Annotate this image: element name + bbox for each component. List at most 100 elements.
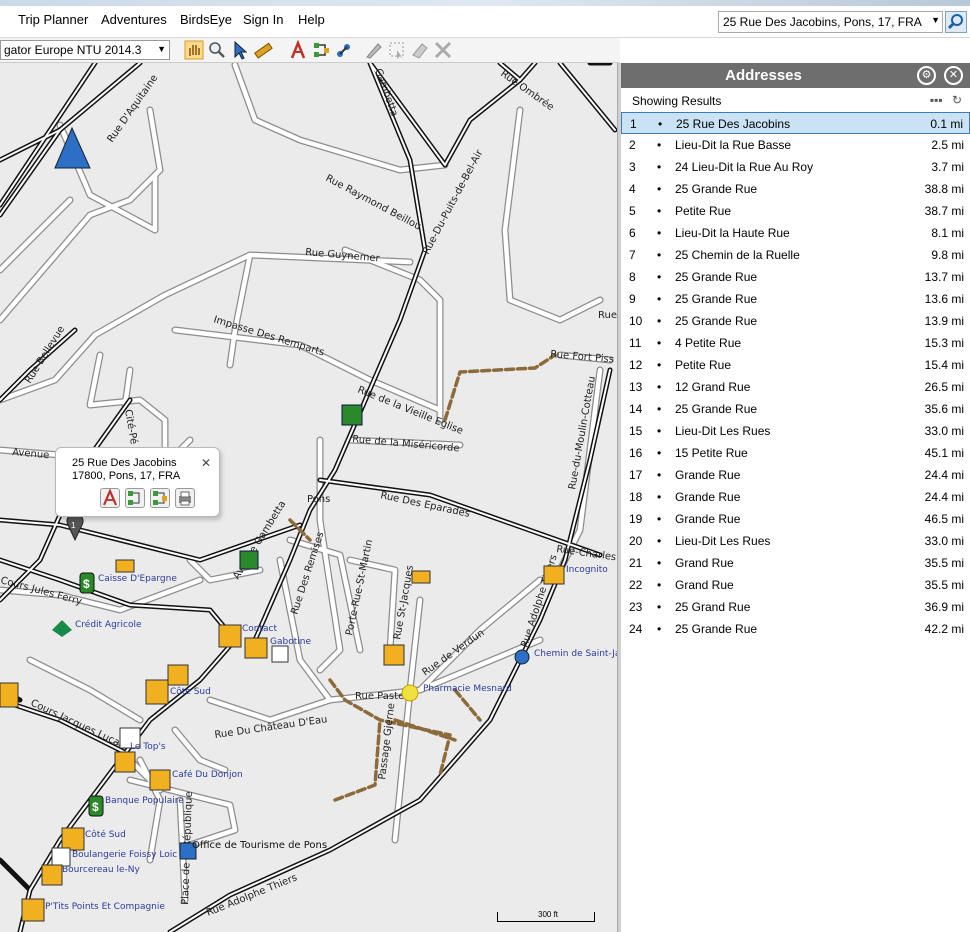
chevron-down-icon[interactable]: ▼ <box>157 44 166 54</box>
bullet-icon: • <box>657 556 662 570</box>
result-row[interactable]: 24 25 Grande Rue 42.2 mi • <box>621 618 970 640</box>
result-number: 6 <box>629 226 636 240</box>
result-number: 18 <box>629 490 643 504</box>
result-distance: 8.1 mi <box>931 226 964 240</box>
result-row[interactable]: 4 25 Grande Rue 38.8 mi • <box>621 178 970 200</box>
shop-icon <box>244 637 268 659</box>
park-icon <box>341 404 363 426</box>
search-button[interactable] <box>945 11 967 33</box>
route-create-icon[interactable] <box>288 40 308 60</box>
result-number: 4 <box>629 182 636 196</box>
result-row[interactable]: 2 Lieu-Dit la Rue Basse 2.5 mi • <box>621 134 970 156</box>
poi-label: Café Du Donjon <box>172 769 243 780</box>
track-icon[interactable] <box>334 40 354 60</box>
menu-sign-in[interactable]: Sign In <box>243 12 283 27</box>
result-number: 15 <box>629 424 643 438</box>
result-row[interactable]: 7 25 Chemin de la Ruelle 9.8 mi • <box>621 244 970 266</box>
gear-icon[interactable]: ⚙ <box>917 66 936 85</box>
map-scale-label: 300 ft <box>538 910 559 919</box>
bullet-icon: • <box>657 446 662 460</box>
result-distance: 35.5 mi <box>924 578 964 592</box>
result-name: Petite Rue <box>675 358 732 372</box>
refresh-icon[interactable]: ↻ <box>952 93 962 107</box>
restaurant-icon <box>41 864 63 886</box>
bullet-icon: • <box>657 226 662 240</box>
menu-adventures[interactable]: Adventures <box>101 12 167 27</box>
eraser-icon[interactable] <box>410 40 430 60</box>
result-name: 25 Chemin de la Ruelle <box>675 248 800 262</box>
select-pointer-icon[interactable] <box>230 40 250 60</box>
shop-icon <box>167 664 189 686</box>
road-label: Rue Raymond Beillou <box>324 173 423 233</box>
window-top-strip <box>0 0 970 6</box>
result-row[interactable]: 1 25 Rue Des Jacobins 0.1 mi • <box>621 112 970 134</box>
poi-label: Bourcereau le-Ny <box>62 865 141 875</box>
result-number: 10 <box>629 314 643 328</box>
hand-pan-icon[interactable] <box>184 40 204 60</box>
result-distance: 24.4 mi <box>924 490 964 504</box>
result-name: Petite Rue <box>675 204 732 218</box>
result-distance: 42.2 mi <box>924 622 964 636</box>
tools-icon[interactable] <box>433 40 453 60</box>
more-icon[interactable]: ▪▪▪ <box>930 93 943 107</box>
poi-label: Pharmacie Mesnard <box>423 684 512 694</box>
result-row[interactable]: 13 12 Grand Rue 26.5 mi • <box>621 376 970 398</box>
result-name: 25 Grande Rue <box>675 292 758 306</box>
result-row[interactable]: 5 Petite Rue 38.7 mi • <box>621 200 970 222</box>
result-row[interactable]: 6 Lieu-Dit la Haute Rue 8.1 mi • <box>621 222 970 244</box>
bullet-icon: • <box>657 204 662 218</box>
result-row[interactable]: 3 24 Lieu-Dit la Rue Au Roy 3.7 mi • <box>621 156 970 178</box>
bullet-icon: • <box>657 182 662 196</box>
ruler-icon[interactable] <box>253 40 273 60</box>
result-row[interactable]: 19 Grande Rue 46.5 mi • <box>621 508 970 530</box>
search-input[interactable]: 25 Rue Des Jacobins, Pons, 17, FRA ▼ <box>718 11 943 33</box>
result-row[interactable]: 11 4 Petite Rue 15.3 mi • <box>621 332 970 354</box>
result-distance: 15.3 mi <box>924 336 964 350</box>
result-row[interactable]: 15 Lieu-Dit Les Rues 33.0 mi • <box>621 420 970 442</box>
result-row[interactable]: 20 Lieu-Dit Les Rues 33.0 mi • <box>621 530 970 552</box>
result-distance: 0.1 mi <box>930 117 963 131</box>
print-button[interactable] <box>175 488 195 508</box>
poi-label: Côté Sud <box>85 829 126 840</box>
result-number: 13 <box>629 380 643 394</box>
select-area-icon[interactable] <box>387 40 407 60</box>
result-row[interactable]: 16 15 Petite Rue 45.1 mi • <box>621 442 970 464</box>
result-row[interactable]: 18 Grande Rue 24.4 mi • <box>621 486 970 508</box>
result-row[interactable]: 8 25 Grande Rue 13.7 mi • <box>621 266 970 288</box>
route-edit-icon[interactable] <box>311 40 331 60</box>
result-distance: 38.7 mi <box>924 204 964 218</box>
result-row[interactable]: 12 Petite Rue 15.4 mi • <box>621 354 970 376</box>
add-to-route-button[interactable] <box>125 488 145 508</box>
result-name: 25 Grande Rue <box>675 314 758 328</box>
result-row[interactable]: 22 Grand Rue 35.5 mi • <box>621 574 970 596</box>
result-number: 21 <box>629 556 643 570</box>
result-row[interactable]: 9 25 Grande Rue 13.6 mi • <box>621 288 970 310</box>
close-icon[interactable]: ✕ <box>201 456 211 470</box>
bullet-icon: • <box>657 578 662 592</box>
insert-route-button[interactable] <box>150 488 170 508</box>
result-row[interactable]: 17 Grande Rue 24.4 mi • <box>621 464 970 486</box>
close-icon[interactable]: ✕ <box>944 66 963 85</box>
result-distance: 13.7 mi <box>924 270 964 284</box>
result-row[interactable]: 21 Grand Rue 35.5 mi • <box>621 552 970 574</box>
result-row[interactable]: 23 25 Grand Rue 36.9 mi • <box>621 596 970 618</box>
zoom-icon[interactable] <box>207 40 227 60</box>
bullet-icon: • <box>657 160 662 174</box>
map-product-select[interactable]: gator Europe NTU 2014.3 ▼ <box>0 40 170 60</box>
svg-text:$: $ <box>83 577 90 591</box>
chevron-down-icon[interactable]: ▼ <box>931 15 940 25</box>
poi-label: P'Tits Points Et Compagnie <box>45 902 165 912</box>
menu-birdseye[interactable]: BirdsEye <box>180 12 232 27</box>
map-toolbar: gator Europe NTU 2014.3 ▼ <box>0 38 620 63</box>
result-name: 25 Grande Rue <box>675 622 758 636</box>
result-row[interactable]: 14 25 Grande Rue 35.6 mi • <box>621 398 970 420</box>
result-row[interactable]: 10 25 Grande Rue 13.9 mi • <box>621 310 970 332</box>
result-name: 25 Grand Rue <box>675 600 751 614</box>
menu-trip-planner[interactable]: Trip Planner <box>18 12 88 27</box>
shop-icon <box>115 559 135 573</box>
route-create-button[interactable] <box>100 488 120 508</box>
draw-icon[interactable] <box>364 40 384 60</box>
result-distance: 33.0 mi <box>924 534 964 548</box>
menu-help[interactable]: Help <box>298 12 325 27</box>
bullet-icon: • <box>657 138 662 152</box>
